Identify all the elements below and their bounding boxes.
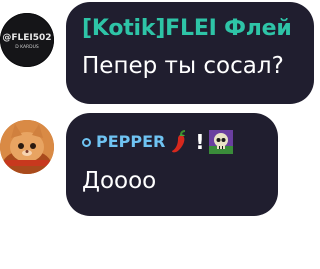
message-bubble: [Kotik]FLEI Флей Пепер ты сосал? xyxy=(66,2,314,104)
avatar[interactable]: @FLEI502 D KARDUS xyxy=(0,13,54,67)
badge-symbol: ! xyxy=(195,130,205,154)
message-text: Доооо xyxy=(82,168,157,194)
author-line: PEPPER ! xyxy=(82,130,262,154)
avatar-label-top: @FLEI502 xyxy=(2,33,51,43)
badge-dot-icon xyxy=(82,137,91,147)
avatar-image: @FLEI502 D KARDUS xyxy=(0,13,54,67)
avatar-label-bottom: D KARDUS xyxy=(15,44,39,50)
author-name[interactable]: PEPPER xyxy=(96,131,165,153)
chat-log: @FLEI502 D KARDUS [Kotik]FLEI Флей Пепер… xyxy=(0,0,320,269)
cat-avatar-icon xyxy=(0,120,54,174)
author-name[interactable]: [Kotik]FLEI Флей xyxy=(82,16,298,42)
message-item: @FLEI502 D KARDUS [Kotik]FLEI Флей Пепер… xyxy=(0,0,320,110)
message-text: Пепер ты сосал? xyxy=(82,53,284,79)
avatar[interactable] xyxy=(0,120,54,174)
skull-icon xyxy=(209,130,234,154)
chili-pepper-icon xyxy=(170,130,190,154)
message-item: PEPPER ! Доооо xyxy=(0,110,320,220)
message-bubble: PEPPER ! Доооо xyxy=(66,113,278,216)
